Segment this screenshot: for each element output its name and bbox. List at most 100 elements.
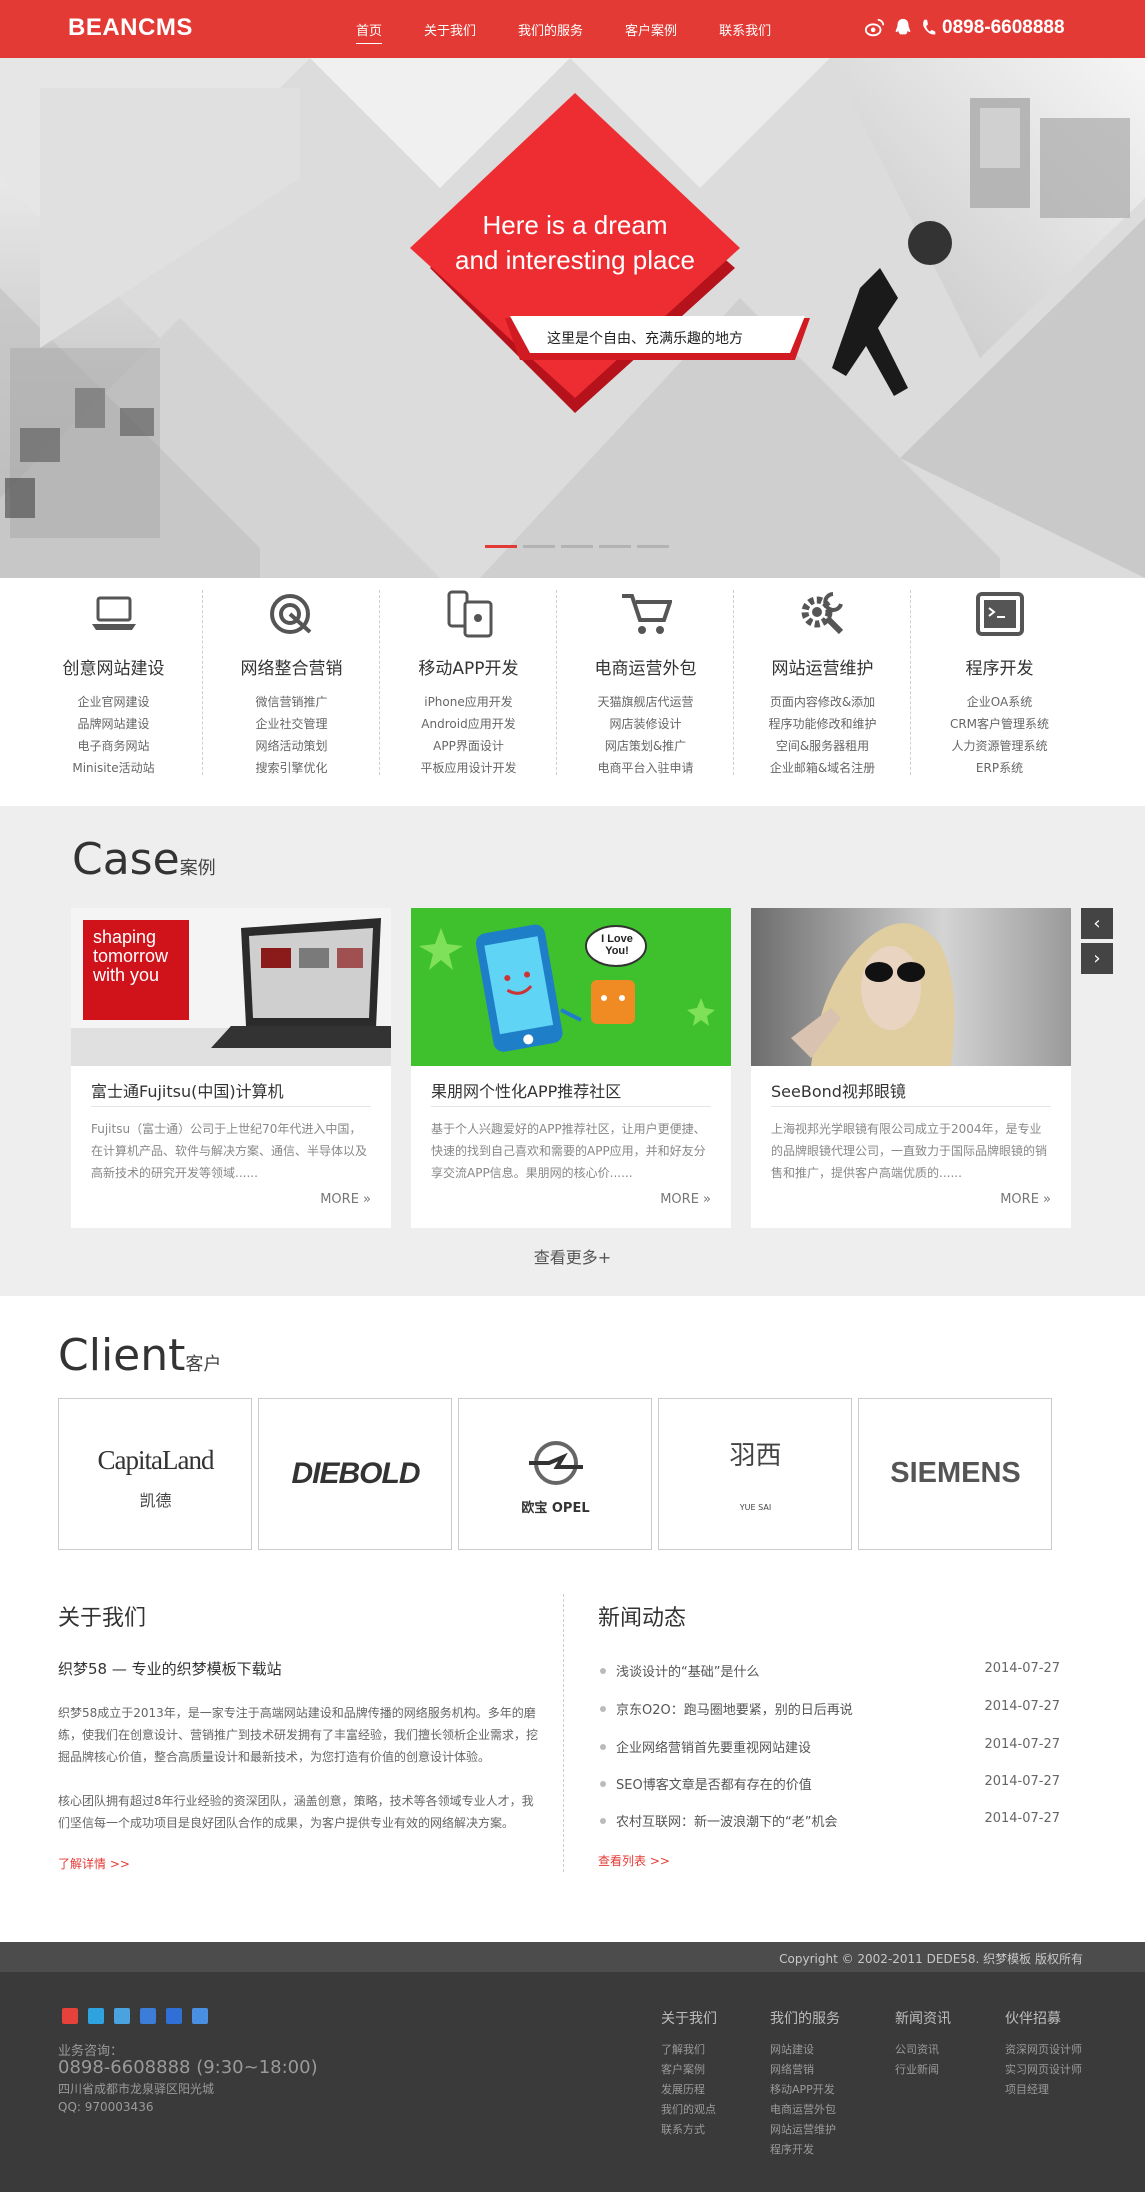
site-footer: 业务咨询： 0898-6608888 (9:30~18:00) 四川省成都市龙泉…: [0, 1972, 1145, 2192]
cart-icon: [622, 594, 672, 634]
nav-about[interactable]: 关于我们: [424, 0, 476, 58]
case-desc: 基于个人兴趣爱好的APP推荐社区，让用户更便捷、快速的找到自己喜欢和需要的APP…: [431, 1122, 706, 1180]
service-programming[interactable]: 程序开发 企业OA系统 CRM客户管理系统 人力资源管理系统 ERP系统: [911, 578, 1088, 806]
copyright-bar: Copyright © 2002-2011 DEDE58. 织梦模板 版权所有: [0, 1942, 1145, 1972]
divider: [431, 1106, 711, 1107]
footer-link[interactable]: 客户案例: [661, 2060, 717, 2080]
slider-dot-1[interactable]: [485, 545, 517, 548]
about-section: 关于我们 织梦58 — 专业的织梦模板下载站 织梦58成立于2013年，是一家专…: [58, 1600, 538, 1871]
news-item[interactable]: SEO博客文章是否都有存在的价值 2014-07-27: [598, 1774, 1060, 1794]
footer-link[interactable]: 行业新闻: [895, 2060, 951, 2080]
bullet-icon: [600, 1781, 606, 1787]
footer-link[interactable]: 网络营销: [770, 2060, 840, 2080]
footer-link[interactable]: 程序开发: [770, 2140, 840, 2160]
footer-phone: 0898-6608888 (9:30~18:00): [58, 2057, 318, 2078]
banner-subline: 这里是个自由、充满乐趣的地方: [547, 331, 743, 347]
client-logo-opel[interactable]: 欧宝 OPEL: [458, 1398, 652, 1550]
bullet-icon: [600, 1668, 606, 1674]
service-marketing[interactable]: 网络整合营销 微信营销推广 企业社交管理 网络活动策划 搜索引擎优化: [203, 578, 380, 806]
footer-link[interactable]: 我们的观点: [661, 2100, 717, 2120]
footer-link[interactable]: 电商运营外包: [770, 2100, 840, 2120]
nav-cases[interactable]: 客户案例: [625, 0, 677, 58]
footer-link[interactable]: 网站建设: [770, 2040, 840, 2060]
footer-address: 四川省成都市龙泉驿区阳光城: [58, 2082, 215, 2096]
case-title[interactable]: 果朋网个性化APP推荐社区: [431, 1078, 621, 1102]
service-web-design[interactable]: 创意网站建设 企业官网建设 品牌网站建设 电子商务网站 Minisite活动站: [25, 578, 202, 806]
slider-dot-5[interactable]: [637, 545, 669, 548]
service-ecommerce[interactable]: 电商运营外包 天猫旗舰店代运营 网店装修设计 网店策划&推广 电商平台入驻申请: [557, 578, 734, 806]
footer-link[interactable]: 项目经理: [1005, 2080, 1082, 2100]
laptop-icon: [92, 596, 136, 630]
copyright-text: Copyright © 2002-2011 DEDE58. 织梦模板 版权所有: [779, 1952, 1083, 1966]
weibo-icon[interactable]: [864, 17, 886, 39]
footer-link[interactable]: 发展历程: [661, 2080, 717, 2100]
footer-qq: QQ: 970003436: [58, 2100, 154, 2114]
footer-link[interactable]: 公司资讯: [895, 2040, 951, 2060]
service-maintenance[interactable]: 网站运营维护 页面内容修改&添加 程序功能修改和维护 空间&服务器租用 企业邮箱&域名…: [734, 578, 911, 806]
news-item[interactable]: 京东O2O：跑马圈地要紧，别的日后再说 2014-07-27: [598, 1699, 1060, 1719]
divider: [563, 1594, 564, 1872]
hero-banner: Here is a dream and interesting place 这里…: [0, 58, 1145, 578]
share-more-icon[interactable]: [192, 2008, 208, 2024]
client-logo-diebold[interactable]: DIEBOLD: [258, 1398, 452, 1550]
service-app-dev[interactable]: 移动APP开发 iPhone应用开发 Android应用开发 APP界面设计 平板应用…: [380, 578, 557, 806]
news-item[interactable]: 浅谈设计的“基础”是什么 2014-07-27: [598, 1661, 1060, 1681]
share-qzone-icon[interactable]: [88, 2008, 104, 2024]
slider-dot-3[interactable]: [561, 545, 593, 548]
news-item[interactable]: 企业网络营销首先要重视网站建设 2014-07-27: [598, 1737, 1060, 1757]
case-card[interactable]: shaping tomorrow with you 富士通Fujitsu(中国)…: [71, 908, 391, 1228]
more-link[interactable]: MORE »: [1000, 1192, 1051, 1207]
view-more-link[interactable]: 查看更多+: [0, 1244, 1145, 1268]
more-link[interactable]: MORE »: [320, 1192, 371, 1207]
top-header: BEANCMS 首页 关于我们 我们的服务 客户案例 联系我们 0898-660…: [0, 0, 1145, 58]
footer-col-about: 关于我们 了解我们 客户案例 发展历程 我们的观点 联系方式: [661, 2008, 717, 2140]
header-phone: 0898-6608888: [942, 17, 1065, 38]
footer-link[interactable]: 实习网页设计师: [1005, 2060, 1082, 2080]
client-logo-capitaland[interactable]: CapitaLand 凯德: [58, 1398, 252, 1550]
share-baidu-icon[interactable]: [166, 2008, 182, 2024]
case-image-fujitsu[interactable]: shaping tomorrow with you: [71, 908, 391, 1066]
divider: [91, 1106, 371, 1107]
case-title[interactable]: SeeBond视邦眼镜: [771, 1078, 906, 1102]
slider-dot-4[interactable]: [599, 545, 631, 548]
case-image-seebond[interactable]: [751, 908, 1071, 1066]
nav-contact[interactable]: 联系我们: [719, 0, 771, 58]
footer-link[interactable]: 移动APP开发: [770, 2080, 840, 2100]
about-more-link[interactable]: 了解详情 >>: [58, 1855, 130, 1872]
share-renren-icon[interactable]: [114, 2008, 130, 2024]
terminal-icon: [976, 592, 1024, 636]
case-image-caption: shaping tomorrow with you: [93, 927, 169, 985]
opel-emblem-icon: [529, 1441, 583, 1485]
news-item[interactable]: 农村互联网：新一波浪潮下的“老”机会 2014-07-27: [598, 1811, 1060, 1831]
nav-home[interactable]: 首页: [356, 0, 383, 58]
case-next-button[interactable]: ›: [1081, 943, 1113, 974]
more-link[interactable]: MORE »: [660, 1192, 711, 1207]
header-contact: 0898-6608888: [864, 17, 1065, 39]
case-card[interactable]: I Love You! 果朋网个性化APP推荐社区 基于个人兴趣爱好的APP推荐…: [411, 908, 731, 1228]
client-logo-yuesai[interactable]: 羽西 YUE SAI: [658, 1398, 852, 1550]
site-logo[interactable]: BEANCMS: [68, 14, 193, 42]
share-weibo-icon[interactable]: [62, 2008, 78, 2024]
footer-link[interactable]: 网站运营维护: [770, 2120, 840, 2140]
case-image-caption: I Love You!: [601, 933, 633, 957]
case-prev-button[interactable]: ‹: [1081, 908, 1113, 939]
target-icon: [270, 594, 312, 634]
phone-icon: [923, 19, 936, 35]
slider-dot-2[interactable]: [523, 545, 555, 548]
share-tencent-icon[interactable]: [140, 2008, 156, 2024]
case-image-guopeng[interactable]: I Love You!: [411, 908, 731, 1066]
about-subtitle: 织梦58 — 专业的织梦模板下载站: [58, 1660, 282, 1678]
qq-icon[interactable]: [892, 17, 914, 39]
case-title[interactable]: 富士通Fujitsu(中国)计算机: [91, 1078, 284, 1102]
banner-graphic: [0, 58, 1145, 578]
footer-link[interactable]: 资深网页设计师: [1005, 2040, 1082, 2060]
case-card[interactable]: SeeBond视邦眼镜 上海视邦光学眼镜有限公司成立于2004年，是专业的品牌眼…: [751, 908, 1071, 1228]
footer-link[interactable]: 联系方式: [661, 2120, 717, 2140]
footer-col-news: 新闻资讯 公司资讯 行业新闻: [895, 2008, 951, 2080]
main-nav: 首页 关于我们 我们的服务 客户案例 联系我们: [356, 0, 813, 58]
footer-link[interactable]: 了解我们: [661, 2040, 717, 2060]
about-paragraph: 织梦58成立于2013年，是一家专注于高端网站建设和品牌传播的网络服务机构。多年…: [58, 1706, 539, 1764]
client-logo-siemens[interactable]: SIEMENS: [858, 1398, 1052, 1550]
news-list-link[interactable]: 查看列表 >>: [598, 1852, 670, 1869]
nav-services[interactable]: 我们的服务: [518, 0, 583, 58]
